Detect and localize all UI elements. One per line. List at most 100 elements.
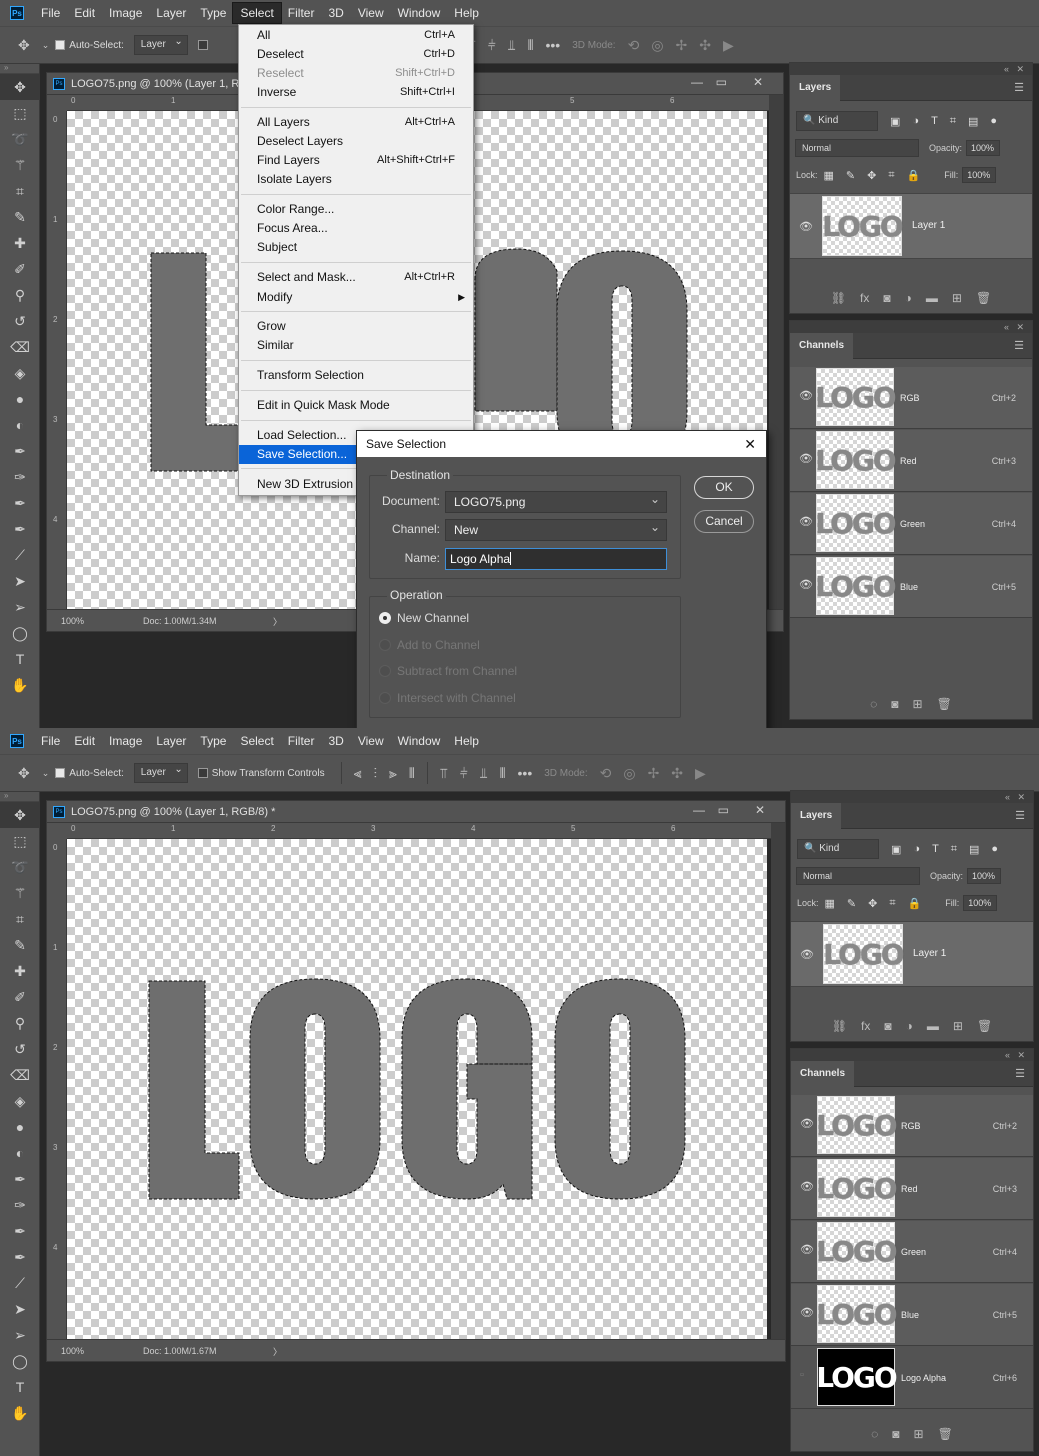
adjustment-icon[interactable]: ◑ (906, 1019, 913, 1033)
curvature-pen-tool-icon[interactable]: ✒ (0, 490, 40, 516)
chevron-down-icon[interactable]: ⌄ (42, 768, 50, 779)
type-tool-icon[interactable]: T (0, 646, 40, 672)
align-vcenter-icon[interactable]: ⫩ (488, 37, 496, 54)
menu-3d[interactable]: 3D (321, 731, 350, 751)
magic-wand-tool-icon[interactable]: ⚚ (0, 880, 40, 906)
move-tool-icon[interactable]: ✥ (0, 802, 40, 828)
align-hcenter-icon[interactable]: ⫶ (374, 765, 378, 782)
save-selection-icon[interactable]: ◙ (892, 1427, 899, 1441)
opacity-input[interactable]: 100% (967, 868, 1002, 884)
auto-select-checkbox[interactable] (55, 40, 66, 50)
3d-scale-icon[interactable]: ▶ (695, 765, 706, 782)
panel-menu-icon[interactable]: ☰ (1014, 339, 1024, 352)
3d-scale-icon[interactable]: ▶ (723, 37, 734, 54)
auto-select-checkbox[interactable] (55, 768, 66, 778)
3d-slide-icon[interactable]: ✣ (671, 765, 683, 782)
paint-bucket-tool-icon[interactable]: ◈ (0, 360, 40, 386)
menu-3d[interactable]: 3D (321, 3, 350, 23)
menu-select[interactable]: Select (232, 2, 282, 24)
document-dropdown[interactable]: LOGO75.png (445, 489, 667, 513)
eye-icon[interactable]: 👁 (800, 1243, 814, 1256)
visibility-toggle-empty-icon[interactable]: ▫ (800, 1369, 804, 1381)
menu-item-select-and-mask[interactable]: Select and Mask... Alt+Ctrl+R (239, 268, 473, 287)
fill-input[interactable]: 100% (962, 167, 997, 183)
panel-collapse-icon[interactable]: « ✕ (791, 791, 1033, 803)
menu-item-quick-mask[interactable]: Edit in Quick Mask Mode (239, 396, 473, 415)
ellipse-tool-icon[interactable]: ◯ (0, 1348, 40, 1374)
layer-name[interactable]: Layer 1 (913, 948, 946, 959)
brush-tool-icon[interactable]: ✐ (0, 984, 40, 1010)
eyedropper-tool-icon[interactable]: ✎ (0, 932, 40, 958)
ok-button[interactable]: OK (694, 476, 754, 499)
channel-row-rgb[interactable]: 👁 LOGO RGB Ctrl+2 (791, 1095, 1033, 1157)
show-transform-checkbox[interactable] (197, 40, 208, 50)
dodge-tool-icon[interactable]: ◐ (0, 1140, 40, 1166)
auto-select-dropdown[interactable]: Layer (133, 33, 188, 55)
direct-select-tool-icon[interactable]: ➢ (0, 594, 40, 620)
distribute-h-icon[interactable]: ⫴ (409, 765, 415, 782)
minimize-icon[interactable]: — (691, 75, 703, 89)
mask-icon[interactable]: ◙ (884, 1019, 891, 1033)
channel-row-red[interactable]: 👁 LOGO Red Ctrl+3 (790, 430, 1032, 492)
3d-pan-icon[interactable]: ✢ (676, 37, 688, 54)
align-bottom-icon[interactable]: ⫫ (508, 37, 516, 54)
layer-name[interactable]: Layer 1 (912, 220, 945, 231)
fx-icon[interactable]: fx (860, 291, 869, 305)
trash-icon[interactable]: 🗑 (976, 291, 991, 305)
freeform-pen-tool-icon[interactable]: ✑ (0, 464, 40, 490)
toolbar-collapse-icon[interactable]: » (0, 792, 39, 802)
lasso-tool-icon[interactable]: ➰ (0, 854, 40, 880)
filter-type-icon[interactable]: T (932, 843, 939, 855)
maximize-icon[interactable]: ▭ (718, 803, 729, 817)
layer-row-layer-1[interactable]: 👁 LOGO Layer 1 (791, 921, 1033, 987)
opacity-input[interactable]: 100% (966, 140, 1001, 156)
magic-wand-tool-icon[interactable]: ⚚ (0, 152, 40, 178)
3d-orbit-icon[interactable]: ⟲ (600, 765, 612, 782)
anchor-pen-tool-icon[interactable]: ✒ (0, 516, 40, 542)
align-vcenter-icon[interactable]: ⫩ (460, 765, 468, 782)
channel-row-green[interactable]: 👁 LOGO Green Ctrl+4 (790, 493, 1032, 555)
crop-tool-icon[interactable]: ⌗ (0, 178, 40, 204)
tab-layers[interactable]: Layers (791, 803, 842, 829)
new-layer-icon[interactable]: ⊞ (952, 291, 962, 305)
link-icon[interactable]: ⛓ (832, 1019, 847, 1033)
eraser-tool-icon[interactable]: ⌫ (0, 334, 40, 360)
marquee-tool-icon[interactable]: ⬚ (0, 828, 40, 854)
channel-row-green[interactable]: 👁 LOGO Green Ctrl+4 (791, 1221, 1033, 1283)
folder-icon[interactable]: ▬ (927, 1019, 939, 1033)
filter-shape-icon[interactable]: ⌗ (950, 115, 956, 128)
auto-select-dropdown[interactable]: Layer (133, 761, 188, 783)
anchor-pen-tool-icon[interactable]: ✒ (0, 1244, 40, 1270)
panel-menu-icon[interactable]: ☰ (1015, 1067, 1025, 1080)
eye-icon[interactable]: 👁 (799, 515, 813, 528)
blur-tool-icon[interactable]: ● (0, 386, 40, 412)
load-channel-icon[interactable]: ◌ (870, 697, 877, 711)
panel-collapse-icon[interactable]: « ✕ (791, 1049, 1033, 1061)
menu-item-deselect[interactable]: Deselect Ctrl+D (239, 45, 473, 64)
move-tool-icon[interactable]: ✥ (18, 37, 30, 54)
filter-type-icon[interactable]: T (931, 115, 938, 127)
cancel-button[interactable]: Cancel (694, 510, 754, 533)
path-select-tool-icon[interactable]: ➤ (0, 1296, 40, 1322)
trash-icon[interactable]: 🗑 (937, 697, 952, 711)
panel-menu-icon[interactable]: ☰ (1015, 809, 1025, 822)
channel-row-red[interactable]: 👁 LOGO Red Ctrl+3 (791, 1158, 1033, 1220)
eye-icon[interactable]: 👁 (799, 220, 813, 233)
vertical-scrollbar[interactable] (771, 823, 785, 1339)
channel-row-rgb[interactable]: 👁 LOGO RGB Ctrl+2 (790, 367, 1032, 429)
lock-transparency-icon[interactable]: ▦ (825, 897, 835, 910)
lock-position-icon[interactable]: ✥ (868, 897, 877, 910)
trash-icon[interactable]: 🗑 (938, 1427, 953, 1441)
menu-item-color-range[interactable]: Color Range... (239, 200, 473, 219)
menu-layer[interactable]: Layer (149, 731, 193, 751)
crop-tool-icon[interactable]: ⌗ (0, 906, 40, 932)
chevron-right-icon[interactable]: 〉 (273, 1345, 282, 1358)
history-brush-tool-icon[interactable]: ↺ (0, 1036, 40, 1062)
fill-input[interactable]: 100% (963, 895, 998, 911)
panel-menu-icon[interactable]: ☰ (1014, 81, 1024, 94)
zoom-level[interactable]: 100% (61, 616, 84, 626)
layer-row-layer-1[interactable]: 👁 LOGO Layer 1 (790, 193, 1032, 259)
blend-mode-dropdown[interactable]: Normal (795, 139, 919, 157)
brush-tool-icon[interactable]: ✐ (0, 256, 40, 282)
blur-tool-icon[interactable]: ● (0, 1114, 40, 1140)
